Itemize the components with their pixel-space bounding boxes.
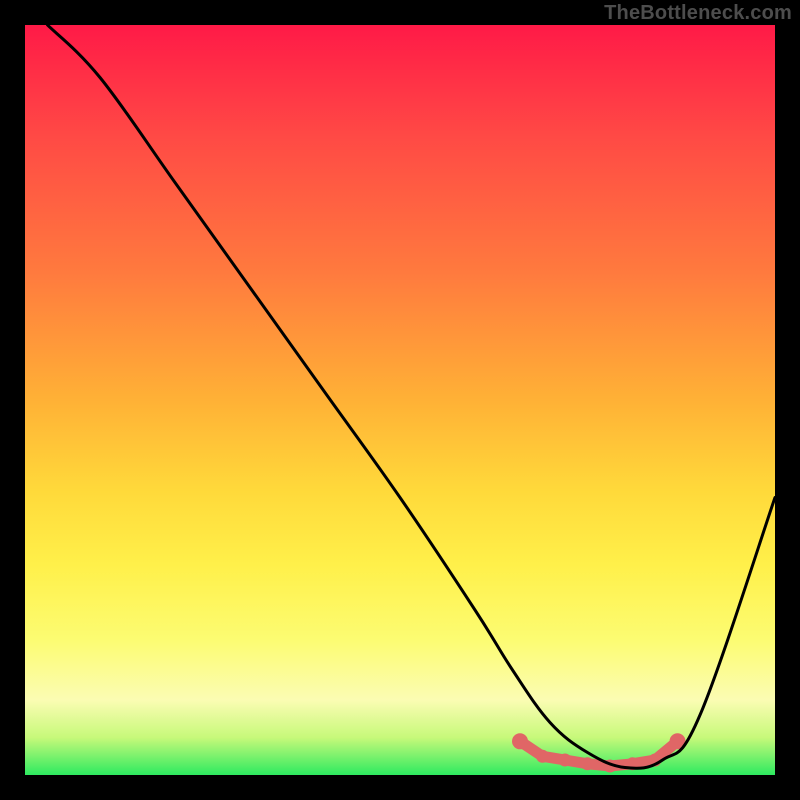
highlight-dot — [536, 750, 549, 763]
highlight-dot — [512, 733, 528, 749]
highlight-optimal-range — [512, 733, 686, 772]
chart-container: TheBottleneck.com — [0, 0, 800, 800]
plot-area — [25, 25, 775, 775]
highlight-dot — [581, 757, 594, 770]
chart-svg — [25, 25, 775, 775]
highlight-dot — [559, 754, 572, 767]
bottleneck-curve — [48, 25, 776, 768]
watermark-label: TheBottleneck.com — [604, 2, 792, 25]
